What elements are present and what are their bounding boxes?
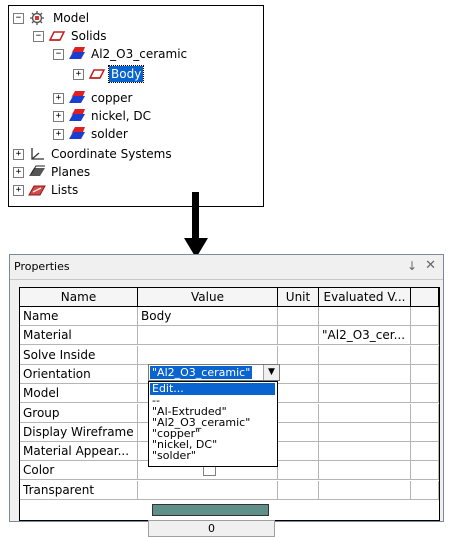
property-unit-cell: [278, 442, 319, 461]
material-combo-value: "Al2_O3_ceramic": [150, 366, 253, 379]
property-name-cell: Color: [20, 461, 138, 480]
property-name-cell: Name: [20, 307, 138, 326]
transparent-value-button[interactable]: 0: [148, 520, 275, 537]
close-icon[interactable]: ✕: [425, 258, 436, 273]
pin-icon[interactable]: ↓: [407, 259, 417, 273]
tree-label-al2o3: Al2_O3_ceramic: [91, 47, 188, 61]
property-unit-cell: [278, 384, 319, 403]
property-value-cell[interactable]: [138, 346, 278, 365]
material-solid-icon: [69, 91, 85, 103]
tree-label-lists: Lists: [51, 183, 79, 197]
properties-title: Properties: [14, 260, 70, 273]
property-name-cell: Material: [20, 326, 138, 345]
property-evaluated-cell: "Al2_O3_cer...: [319, 326, 411, 345]
expand-toggle[interactable]: +: [53, 129, 64, 140]
material-solid-icon: [69, 109, 85, 121]
body-solid-icon: [88, 69, 106, 79]
tree-label-solder: solder: [91, 127, 128, 141]
property-value-cell[interactable]: [138, 326, 278, 345]
coordinate-axes-icon: [31, 148, 44, 160]
property-unit-cell: [278, 461, 319, 480]
model-icon: [30, 11, 44, 25]
collapse-toggle[interactable]: −: [53, 49, 64, 60]
property-name-cell: Material Appear...: [20, 442, 138, 461]
tree-label-nickel: nickel, DC: [91, 109, 152, 123]
expand-toggle[interactable]: +: [53, 93, 64, 104]
material-solid-icon: [69, 47, 85, 59]
property-extra-cell: [411, 442, 439, 461]
property-extra-cell: [411, 423, 439, 442]
property-unit-cell: [278, 423, 319, 442]
property-evaluated-cell: [319, 481, 411, 500]
property-unit-cell: [278, 404, 319, 423]
column-header-value[interactable]: Value: [138, 288, 278, 307]
property-name-cell: Solve Inside: [20, 346, 138, 365]
chevron-down-icon[interactable]: ▼: [263, 365, 279, 380]
property-evaluated-cell: [319, 404, 411, 423]
property-value-cell[interactable]: Body: [138, 307, 278, 326]
expand-toggle[interactable]: +: [13, 149, 24, 160]
properties-panel: Properties ↓ ✕ Name Value Unit Evaluated…: [9, 254, 444, 537]
tree-label-solids: Solids: [71, 29, 107, 43]
tree-label-copper: copper: [91, 91, 133, 105]
property-name-cell: Transparent: [20, 481, 138, 500]
expand-toggle[interactable]: +: [13, 185, 24, 196]
property-unit-cell: [278, 346, 319, 365]
column-header-extra: [411, 288, 439, 307]
property-unit-cell: [278, 481, 319, 500]
column-header-evaluated-value[interactable]: Evaluated V...: [319, 288, 411, 307]
tree-label-planes: Planes: [51, 165, 91, 179]
color-swatch[interactable]: [152, 504, 269, 516]
dropdown-option[interactable]: "solder": [150, 450, 275, 461]
column-header-unit[interactable]: Unit: [278, 288, 319, 307]
properties-titlebar: Properties ↓ ✕: [10, 255, 443, 280]
dropdown-option[interactable]: Edit...: [150, 383, 275, 395]
property-evaluated-cell: [319, 461, 411, 480]
property-extra-cell: [411, 326, 439, 345]
expand-toggle[interactable]: +: [53, 111, 64, 122]
lists-icon: [28, 185, 46, 196]
property-extra-cell: [411, 307, 439, 326]
property-extra-cell: [411, 461, 439, 480]
expand-toggle[interactable]: +: [13, 167, 24, 178]
property-name-cell: Model: [20, 384, 138, 403]
properties-grid: Name Value Unit Evaluated V... Name Body M…: [19, 287, 440, 537]
property-evaluated-cell: [319, 346, 411, 365]
property-evaluated-cell: [319, 365, 411, 384]
property-unit-cell: [278, 307, 319, 326]
planes-icon: [29, 165, 45, 176]
property-extra-cell: [411, 404, 439, 423]
project-tree: − Model − Solids − Al2_O3_ceramic + Body…: [8, 5, 264, 207]
expand-toggle[interactable]: +: [73, 69, 84, 80]
column-header-name[interactable]: Name: [20, 288, 138, 307]
property-evaluated-cell: [319, 423, 411, 442]
tree-label-coordinate-systems: Coordinate Systems: [51, 147, 172, 161]
material-combo[interactable]: "Al2_O3_ceramic" ▼: [148, 364, 280, 381]
property-extra-cell: [411, 481, 439, 500]
solids-folder-icon: [48, 31, 66, 41]
property-name-cell: Group: [20, 404, 138, 423]
property-extra-cell: [411, 365, 439, 384]
property-unit-cell: [278, 365, 319, 384]
material-dropdown-list: Edit... -- "Al-Extruded" "Al2_O3_ceramic…: [148, 381, 278, 467]
property-value-cell[interactable]: [138, 481, 278, 500]
property-extra-cell: [411, 346, 439, 365]
material-solid-icon: [69, 127, 85, 139]
property-name-cell: Orientation: [20, 365, 138, 384]
property-evaluated-cell: [319, 442, 411, 461]
collapse-toggle[interactable]: −: [33, 31, 44, 42]
property-unit-cell: [278, 326, 319, 345]
tree-label-body: Body: [107, 65, 145, 83]
property-evaluated-cell: [319, 384, 411, 403]
property-name-cell: Display Wireframe: [20, 423, 138, 442]
tree-label-model: Model: [53, 11, 90, 25]
collapse-toggle[interactable]: −: [13, 13, 24, 24]
down-arrow-shaft: [192, 192, 199, 239]
property-extra-cell: [411, 384, 439, 403]
property-evaluated-cell: [319, 307, 411, 326]
